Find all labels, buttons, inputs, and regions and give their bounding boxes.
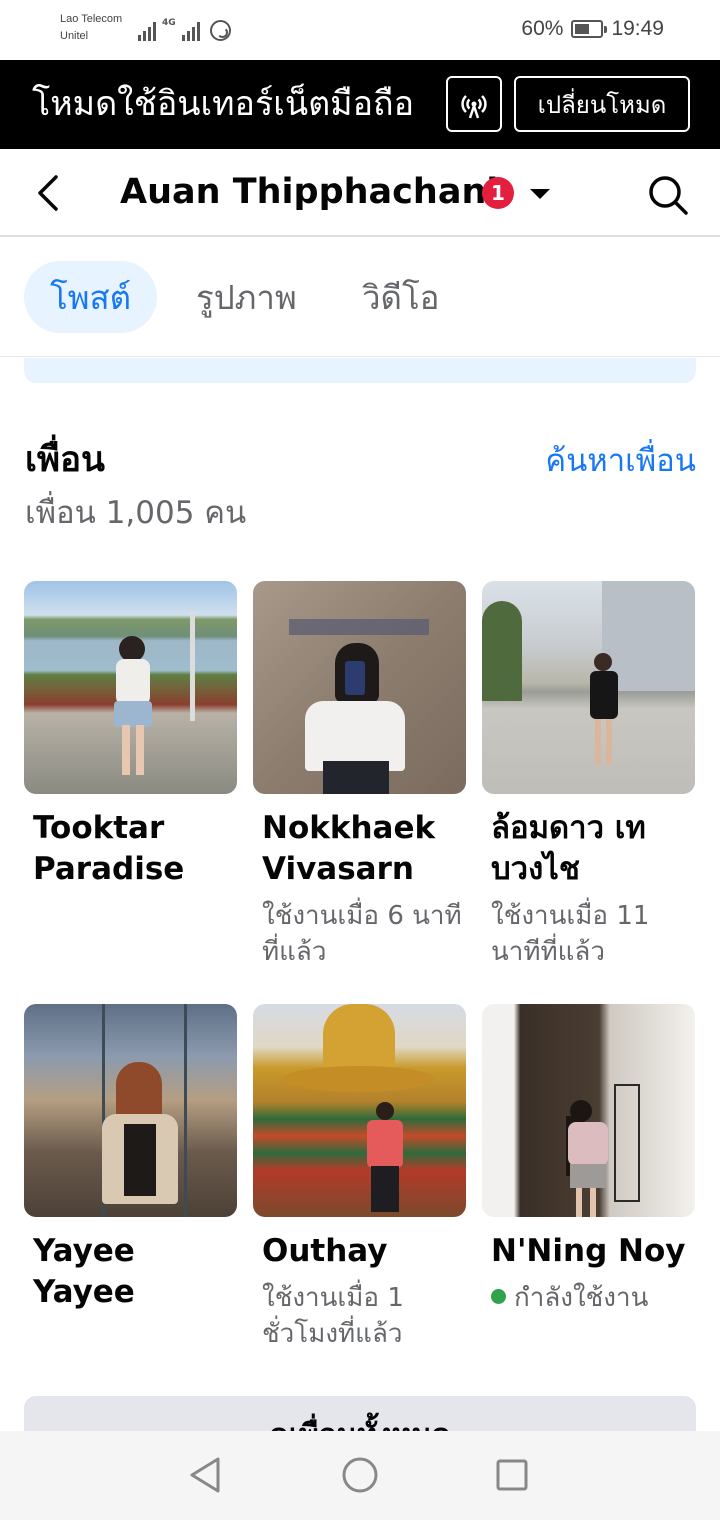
friend-photo[interactable] <box>24 1004 237 1217</box>
battery-percent: 60% <box>521 17 564 40</box>
friend-card[interactable]: Tooktar Paradise <box>24 581 237 890</box>
friend-status: ใช้งานเมื่อ 11 นาทีที่แล้ว <box>491 901 650 967</box>
signal-icon <box>181 21 200 41</box>
carrier-info: Lao Telecom Unitel <box>60 11 122 45</box>
friend-photo[interactable] <box>482 581 695 794</box>
friend-name[interactable]: Tooktar Paradise <box>33 808 237 890</box>
signal-icon <box>138 21 156 41</box>
mode-banner: โหมดใช้อินเทอร์เน็ตมือถือ เปลี่ยนโหมด <box>0 60 720 149</box>
dropdown-caret-icon[interactable] <box>530 189 550 199</box>
friend-card[interactable]: Outhay ใช้งานเมื่อ 1 ชั่วโมงที่แล้ว <box>253 1004 466 1352</box>
friend-photo[interactable] <box>253 581 466 794</box>
friend-status: ใช้งานเมื่อ 1 ชั่วโมงที่แล้ว <box>262 1283 404 1349</box>
tab-posts[interactable]: โพสต์ <box>24 261 158 333</box>
nav-back-icon[interactable] <box>186 1455 226 1495</box>
search-icon[interactable] <box>646 173 690 217</box>
profile-header: Auan Thipphachanh 1 <box>0 149 720 237</box>
friend-status: กำลังใช้งาน <box>491 1280 695 1316</box>
nav-recents-icon[interactable] <box>492 1455 532 1495</box>
friends-count: เพื่อน 1,005 คน <box>25 495 247 531</box>
friend-card[interactable]: Nokkhaek Vivasarn ใช้งานเมื่อ 6 นาทีที่แ… <box>253 581 466 970</box>
status-bar: Lao Telecom Unitel 4G 60% 19:49 <box>0 0 720 60</box>
mode-title: โหมดใช้อินเทอร์เน็ตมือถือ <box>32 84 415 124</box>
partial-content-box <box>24 358 696 383</box>
tab-videos[interactable]: วิดีโอ <box>336 261 466 333</box>
switch-mode-button[interactable]: เปลี่ยนโหมด <box>514 76 690 132</box>
friend-name[interactable]: N'Ning Noy <box>491 1231 695 1272</box>
tab-photos[interactable]: รูปภาพ <box>170 261 323 333</box>
battery-icon <box>571 20 608 38</box>
whatsapp-icon <box>209 20 231 41</box>
friend-status-text: กำลังใช้งาน <box>514 1283 649 1313</box>
back-arrow-icon[interactable] <box>30 171 70 215</box>
clock: 19:49 <box>611 17 664 40</box>
notification-badge: 1 <box>482 177 514 209</box>
friend-photo[interactable] <box>482 1004 695 1217</box>
friend-card[interactable]: Yayee Yayee <box>24 1004 237 1313</box>
profile-name[interactable]: Auan Thipphachanh <box>120 169 511 215</box>
friend-name[interactable]: Outhay <box>262 1231 466 1272</box>
find-friends-link[interactable]: ค้นหาเพื่อน <box>545 440 696 482</box>
carrier-line-2: Unitel <box>60 30 89 42</box>
mobile-data-button[interactable] <box>446 76 502 132</box>
profile-tabs: โพสต์ รูปภาพ วิดีโอ <box>0 239 720 357</box>
system-nav-bar <box>0 1431 720 1520</box>
friend-photo[interactable] <box>253 1004 466 1217</box>
network-type: 4G <box>162 18 176 28</box>
friend-name[interactable]: Yayee Yayee <box>33 1231 237 1313</box>
mobile-data-icon <box>461 95 487 119</box>
nav-home-icon[interactable] <box>340 1455 380 1495</box>
friend-photo[interactable] <box>24 581 237 794</box>
friend-card[interactable]: N'Ning Noy กำลังใช้งาน <box>482 1004 695 1316</box>
online-indicator-icon <box>491 1289 506 1304</box>
signal-indicators: 4G <box>138 19 231 41</box>
status-right: 60% 19:49 <box>521 17 664 41</box>
friends-title: เพื่อน <box>25 440 105 480</box>
friend-name[interactable]: ล้อมดาว เทบวงไช <box>491 808 695 890</box>
friend-name[interactable]: Nokkhaek Vivasarn <box>262 808 466 890</box>
friend-card[interactable]: ล้อมดาว เทบวงไช ใช้งานเมื่อ 11 นาทีที่แล… <box>482 581 695 970</box>
friend-status: ใช้งานเมื่อ 6 นาทีที่แล้ว <box>262 901 462 967</box>
carrier-line-1: Lao Telecom <box>60 13 123 25</box>
